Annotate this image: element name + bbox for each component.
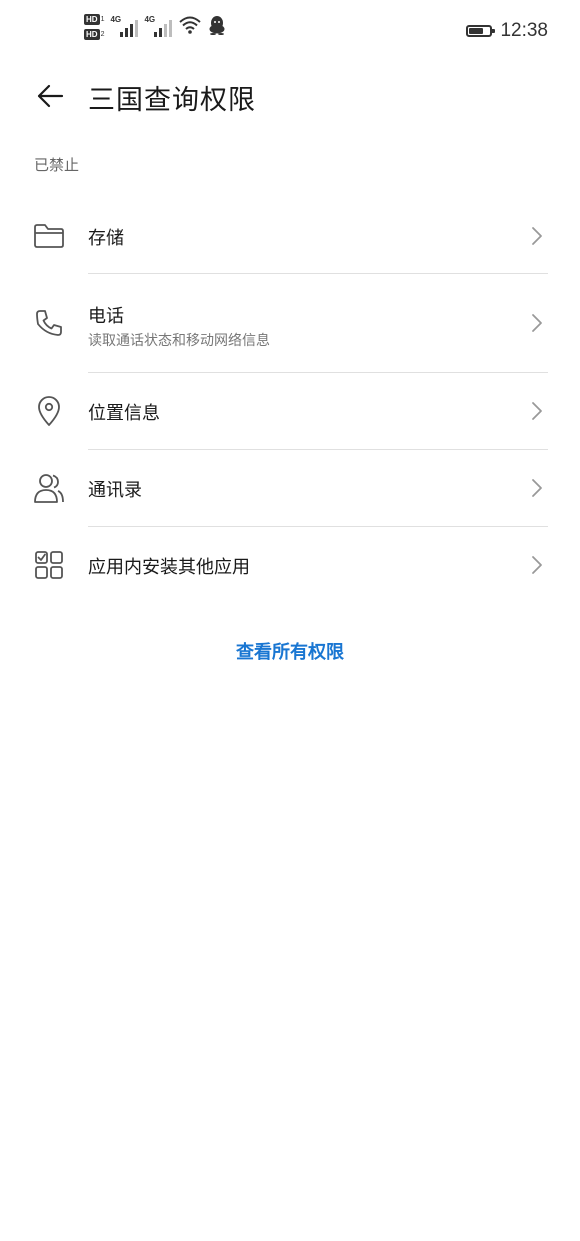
chevron-right-icon — [528, 477, 546, 499]
status-left: HD 1 HD 2 4G 4G — [84, 14, 226, 40]
section-label-denied: 已禁止 — [34, 156, 80, 174]
status-right: 12:38 — [466, 20, 548, 42]
status-time: 12:38 — [500, 20, 548, 41]
battery-level — [469, 28, 484, 34]
permission-item-storage[interactable]: 存储 — [0, 198, 580, 274]
permission-label: 应用内安装其他应用 — [88, 557, 250, 578]
app-grid-icon — [32, 548, 66, 582]
chevron-right-icon — [528, 225, 546, 247]
back-button[interactable] — [30, 76, 70, 116]
signal-strength-icon: 4G — [110, 15, 139, 37]
hd-badge-2: HD 2 — [84, 29, 104, 40]
permission-item-location[interactable]: 位置信息 — [0, 373, 580, 450]
penguin-icon — [208, 15, 226, 39]
chevron-right-icon — [528, 554, 546, 576]
permission-label: 位置信息 — [88, 403, 160, 424]
page-title: 三国查询权限 — [88, 85, 256, 116]
hd-stack: HD 1 HD 2 — [84, 14, 104, 40]
phone-icon — [32, 306, 66, 340]
chevron-right-icon — [528, 400, 546, 422]
arrow-left-icon — [37, 84, 64, 108]
screen: HD 1 HD 2 4G 4G 12:38 三国查询权限 已禁止 存储 电话 读… — [0, 0, 580, 1241]
network-type-label: 4G — [144, 15, 156, 24]
location-pin-icon — [32, 394, 66, 428]
network-type-label: 4G — [110, 15, 122, 24]
permission-label: 通讯录 — [88, 480, 142, 501]
hd-label: HD — [84, 14, 100, 25]
permission-item-contacts[interactable]: 通讯录 — [0, 450, 580, 527]
permission-description: 读取通话状态和移动网络信息 — [88, 333, 270, 349]
status-bar: HD 1 HD 2 4G 4G 12:38 — [0, 0, 580, 66]
header: 三国查询权限 — [0, 66, 580, 126]
chevron-right-icon — [528, 312, 546, 334]
view-all-permissions-link[interactable]: 查看所有权限 — [0, 638, 580, 664]
contacts-icon — [32, 471, 66, 505]
folder-icon — [32, 219, 66, 253]
hd-badge-1: HD 1 — [84, 14, 104, 25]
permission-item-phone[interactable]: 电话 读取通话状态和移动网络信息 — [0, 274, 580, 373]
permission-list: 存储 电话 读取通话状态和移动网络信息 位置信息 通讯录 应用内安装其他应用 — [0, 198, 580, 603]
battery-icon — [466, 25, 496, 37]
wifi-icon — [178, 15, 202, 39]
hd-label: HD — [84, 29, 100, 40]
permission-label: 电话 — [88, 306, 124, 327]
permission-item-install-apps[interactable]: 应用内安装其他应用 — [0, 527, 580, 603]
hd-sim-number: 2 — [100, 31, 105, 38]
signal-strength-icon: 4G — [144, 15, 173, 37]
hd-sim-number: 1 — [100, 16, 105, 23]
permission-label: 存储 — [88, 228, 124, 249]
